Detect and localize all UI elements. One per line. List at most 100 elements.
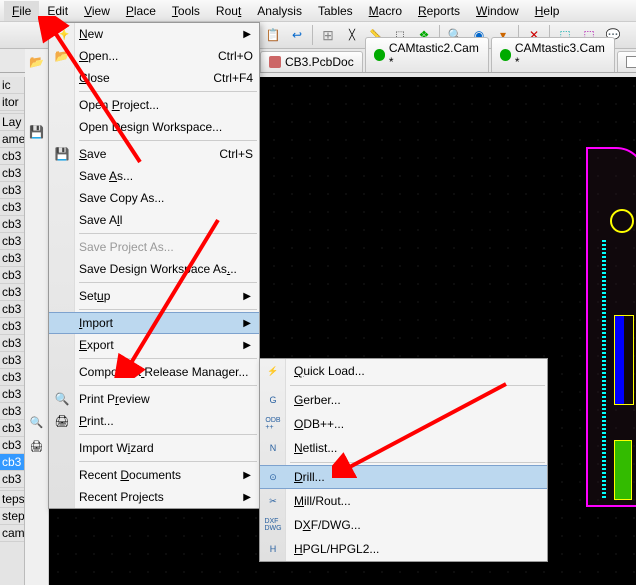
menu-tables[interactable]: Tables (310, 1, 361, 21)
left-item[interactable]: cb3 (0, 233, 24, 250)
menu-item-print-preview[interactable]: 🔍Print Preview (49, 388, 259, 410)
left-item[interactable]: cam (0, 525, 24, 542)
left-item[interactable]: cb3 (0, 182, 24, 199)
menu-item-save-as[interactable]: Save As... (49, 165, 259, 187)
menu-edit[interactable]: Edit (39, 1, 76, 21)
menu-tools[interactable]: Tools (164, 1, 208, 21)
menu-item-close[interactable]: CloseCtrl+F4 (49, 67, 259, 89)
preview-icon[interactable]: 🔍 (28, 413, 46, 431)
menu-view[interactable]: View (76, 1, 118, 21)
menu-reports[interactable]: Reports (410, 1, 468, 21)
menu-analysis[interactable]: Analysis (249, 1, 310, 21)
menu-item-new[interactable]: ✨New▶ (49, 23, 259, 45)
left-item[interactable]: cb3 (0, 437, 24, 454)
menu-shortcut: Ctrl+O (218, 49, 253, 63)
left-item[interactable]: cb3 (0, 216, 24, 233)
menu-help[interactable]: Help (527, 1, 568, 21)
toolbar-btn[interactable]: 📋 (262, 24, 284, 46)
menu-item-import[interactable]: Import▶ (49, 312, 259, 334)
menu-item-save-project-as: Save Project As... (49, 236, 259, 258)
menu-item-export[interactable]: Export▶ (49, 334, 259, 356)
left-item[interactable]: cb3 (0, 301, 24, 318)
menu-separator (79, 358, 257, 359)
menu-separator (79, 140, 257, 141)
open-folder-icon[interactable]: 📂 (28, 53, 46, 71)
left-item[interactable]: step (0, 508, 24, 525)
left-item[interactable]: ame (0, 131, 24, 148)
menu-item-open[interactable]: 📂Open...Ctrl+O (49, 45, 259, 67)
print-icon[interactable]: 🖨 (28, 437, 46, 455)
submenu-item-odb[interactable]: ODB++ODB++... (260, 412, 547, 436)
submenu-item-drill[interactable]: ⊙Drill... (260, 465, 547, 489)
mill-icon: ✂ (265, 493, 281, 509)
left-item[interactable]: cb3 (0, 454, 24, 471)
menu-separator (79, 233, 257, 234)
submenu-arrow-icon: ▶ (243, 291, 251, 302)
menu-item-save[interactable]: 💾SaveCtrl+S (49, 143, 259, 165)
menu-item-label: Save All (79, 213, 122, 227)
left-item[interactable]: cb3 (0, 165, 24, 182)
menu-shortcut: Ctrl+S (219, 147, 253, 161)
left-item[interactable]: cb3 (0, 284, 24, 301)
save-icon[interactable]: 💾 (28, 123, 46, 141)
menu-place[interactable]: Place (118, 1, 164, 21)
left-item[interactable]: ic (0, 77, 24, 94)
submenu-arrow-icon: ▶ (243, 470, 251, 481)
toolbar-btn[interactable]: ╳ (341, 24, 363, 46)
submenu-item-dxf-dwg[interactable]: DXFDWGDXF/DWG... (260, 513, 547, 537)
menu-item-save-copy-as[interactable]: Save Copy As... (49, 187, 259, 209)
menu-item-open-project[interactable]: Open Project... (49, 94, 259, 116)
menu-item-open-design-workspace[interactable]: Open Design Workspace... (49, 116, 259, 138)
left-item[interactable]: cb3 (0, 386, 24, 403)
left-item[interactable]: cb3 (0, 250, 24, 267)
menu-item-print[interactable]: 🖨Print... (49, 410, 259, 432)
submenu-arrow-icon: ▶ (243, 340, 251, 351)
left-item[interactable]: cb3 (0, 267, 24, 284)
save-icon: 💾 (54, 146, 70, 162)
left-item[interactable]: teps (0, 491, 24, 508)
submenu-item-hpgl-hpgl2[interactable]: HHPGL/HPGL2... (260, 537, 547, 561)
left-item[interactable]: cb3 (0, 318, 24, 335)
left-item[interactable]: cb3 (0, 471, 24, 488)
menu-item-label: Print... (79, 414, 114, 428)
menu-item-recent-documents[interactable]: Recent Documents▶ (49, 464, 259, 486)
submenu-item-quick-load[interactable]: ⚡Quick Load... (260, 359, 547, 383)
left-item[interactable]: cb3 (0, 352, 24, 369)
menu-item-import-wizard[interactable]: Import Wizard (49, 437, 259, 459)
submenu-item-label: Mill/Rout... (294, 494, 351, 508)
menu-item-recent-projects[interactable]: Recent Projects▶ (49, 486, 259, 508)
submenu-item-gerber[interactable]: GGerber... (260, 388, 547, 412)
left-item[interactable]: cb3 (0, 199, 24, 216)
tab-camtastic2-cam-[interactable]: CAMtastic2.Cam * (365, 37, 489, 72)
menu-file[interactable]: File (4, 1, 39, 21)
menu-item-component-release-manager[interactable]: Component Release Manager... (49, 361, 259, 383)
left-item[interactable]: Lay (0, 114, 24, 131)
menu-separator (79, 282, 257, 283)
left-item[interactable]: cb3 (0, 335, 24, 352)
submenu-item-mill-rout[interactable]: ✂ Mill/Rout... (260, 489, 547, 513)
menu-macro[interactable]: Macro (361, 1, 410, 21)
tab-camtastic3-cam-[interactable]: CAMtastic3.Cam * (491, 37, 615, 72)
left-item[interactable]: cb3 (0, 403, 24, 420)
left-panel: icitorLayamecb3cb3cb3cb3cb3cb3cb3cb3cb3c… (0, 77, 25, 585)
menu-item-label: Recent Projects (79, 490, 164, 504)
submenu-item-label: ODB++... (294, 417, 344, 431)
toolbar-btn[interactable]: ↩ (286, 24, 308, 46)
menu-item-save-design-workspace-as[interactable]: Save Design Workspace As... (49, 258, 259, 280)
submenu-item-label: Drill... (294, 470, 325, 484)
tab-cb3-pcbdoc[interactable]: CB3.PcbDoc (260, 51, 363, 72)
tab-log-201[interactable]: Log_201 (617, 51, 636, 72)
left-toolstrip: 📂 💾 🔍 🖨 (25, 49, 49, 585)
toolbar-btn[interactable]: ⊞ (317, 24, 339, 46)
menu-window[interactable]: Window (468, 1, 527, 21)
left-item[interactable]: cb3 (0, 420, 24, 437)
menu-item-save-all[interactable]: Save All (49, 209, 259, 231)
netlist-icon: N (265, 440, 281, 456)
left-item[interactable]: cb3 (0, 369, 24, 386)
submenu-item-label: DXF/DWG... (294, 518, 361, 532)
menu-rout[interactable]: Rout (208, 1, 249, 21)
menu-item-setup[interactable]: Setup▶ (49, 285, 259, 307)
left-item[interactable]: itor (0, 94, 24, 111)
left-item[interactable]: cb3 (0, 148, 24, 165)
submenu-item-netlist[interactable]: NNetlist... (260, 436, 547, 460)
